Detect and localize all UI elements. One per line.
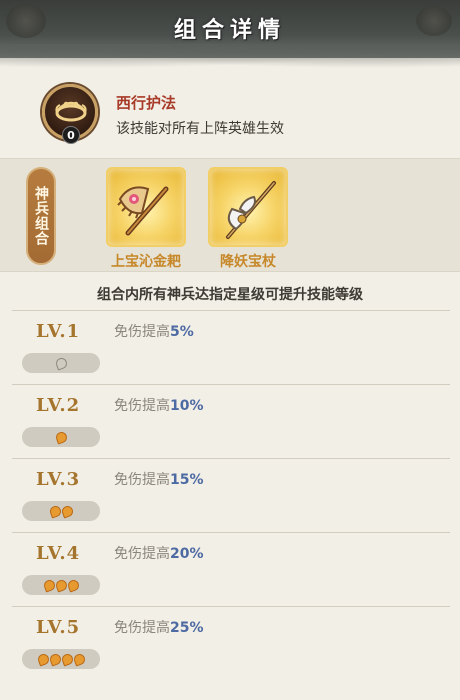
effect-label: 免伤提高 [114,398,170,414]
combo-detail-panel: 组合详情 0 西行护法 该技能对所有上阵英雄生效 神兵组合 上宝沁金耙 降妖宝杖… [0,0,460,700]
level-star-requirement [22,575,100,595]
level-name: LV.2 [36,395,81,416]
star-icon [47,503,63,519]
level-row-5: LV.5 免伤提高25% [12,606,450,680]
effect-label: 免伤提高 [114,546,170,562]
staff-icon [208,167,288,247]
star-icon [41,577,57,593]
star-icon [53,577,69,593]
star-icon [65,577,81,593]
weapon-item-rake[interactable]: 上宝沁金耙 [106,167,186,270]
level-star-requirement [22,427,100,447]
effect-value: 15% [170,472,204,488]
star-icon [47,651,63,667]
star-icon [71,651,87,667]
weapon-name: 上宝沁金耙 [111,254,181,270]
level-row-1: LV.1 免伤提高5% [12,310,450,384]
level-name: LV.5 [36,617,81,638]
level-row-2: LV.2 免伤提高10% [12,384,450,458]
level-list: LV.1 免伤提高5% LV.2 免伤提高10% LV.3 免伤提高15% LV… [12,310,450,700]
skill-description: 该技能对所有上阵英雄生效 [116,121,284,137]
effect-label: 免伤提高 [114,472,170,488]
level-name: LV.4 [36,543,81,564]
upgrade-rule-text: 组合内所有神兵达指定星级可提升技能等级 [97,287,363,303]
weapon-combo-tag: 神兵组合 [26,167,56,265]
effect-value: 20% [170,546,204,562]
rake-icon [106,167,186,247]
page-title: 组合详情 [173,18,286,43]
level-star-requirement [22,353,100,373]
star-icon [59,503,75,519]
effect-value: 10% [170,398,204,414]
effect-value: 5% [170,324,194,340]
level-name: LV.3 [36,469,81,490]
level-row-3: LV.3 免伤提高15% [12,458,450,532]
header-bar: 组合详情 [0,0,460,72]
star-icon [59,651,75,667]
level-effect: 免伤提高25% [114,617,204,637]
weapon-name: 降妖宝杖 [220,254,276,270]
level-name: LV.1 [36,321,81,342]
level-effect: 免伤提高5% [114,321,194,341]
effect-label: 免伤提高 [114,620,170,636]
level-effect: 免伤提高20% [114,543,204,563]
level-star-requirement [22,501,100,521]
skill-row: 0 西行护法 该技能对所有上阵英雄生效 [0,70,460,156]
effect-label: 免伤提高 [114,324,170,340]
star-icon [35,651,51,667]
star-icon [53,355,69,371]
level-star-requirement [22,649,100,669]
weapon-combo-section: 神兵组合 上宝沁金耙 降妖宝杖 [0,158,460,272]
star-icon [53,429,69,445]
weapon-item-staff[interactable]: 降妖宝杖 [208,167,288,270]
effect-value: 25% [170,620,204,636]
level-row-4: LV.4 免伤提高20% [12,532,450,606]
level-effect: 免伤提高15% [114,469,204,489]
skill-name: 西行护法 [116,94,177,112]
skill-level-badge: 0 [62,126,80,144]
level-effect: 免伤提高10% [114,395,204,415]
